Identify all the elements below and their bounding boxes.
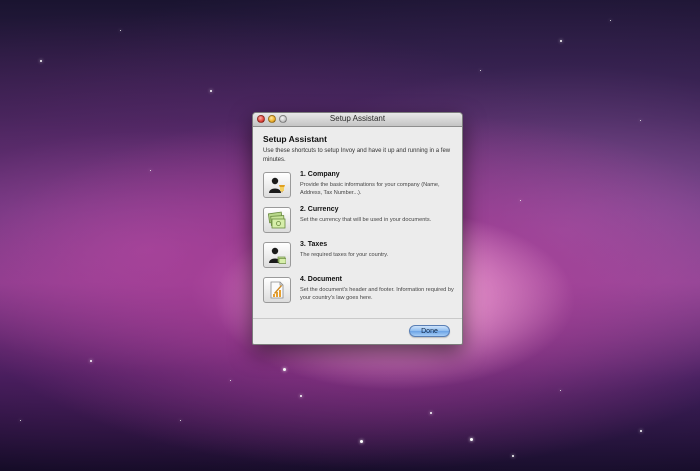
document-pencil-icon [270, 281, 284, 299]
setup-assistant-window: Setup Assistant Setup Assistant Use thes… [252, 112, 463, 345]
dialog-heading: Setup Assistant [263, 134, 327, 144]
company-description: Provide the basic informations for your … [300, 182, 440, 196]
currency-bills-icon [268, 211, 286, 229]
document-description: Set the document's header and footer. In… [300, 287, 454, 301]
document-button[interactable] [263, 277, 291, 303]
window-titlebar[interactable]: Setup Assistant [253, 113, 462, 127]
setup-item-document: 4. Document Set the document's header an… [263, 276, 455, 306]
done-button[interactable]: Done [409, 325, 450, 337]
company-button[interactable] [263, 172, 291, 198]
company-person-icon [269, 177, 285, 193]
document-title: 4. Document [300, 276, 343, 283]
setup-item-company: 1. Company Provide the basic information… [263, 171, 455, 201]
currency-button[interactable] [263, 207, 291, 233]
setup-item-taxes: 3. Taxes The required taxes for your cou… [263, 241, 455, 271]
currency-title: 2. Currency [300, 206, 339, 213]
taxes-person-icon [269, 247, 286, 264]
currency-description: Set the currency that will be used in yo… [300, 217, 432, 223]
taxes-button[interactable] [263, 242, 291, 268]
taxes-title: 3. Taxes [300, 241, 328, 248]
footer-divider [253, 318, 462, 319]
dialog-intro-text: Use these shortcuts to setup Invoy and h… [263, 148, 451, 163]
company-title: 1. Company [300, 171, 340, 178]
window-title: Setup Assistant [329, 114, 386, 123]
setup-item-currency: 2. Currency Set the currency that will b… [263, 206, 455, 236]
taxes-description: The required taxes for your country. [300, 252, 389, 258]
